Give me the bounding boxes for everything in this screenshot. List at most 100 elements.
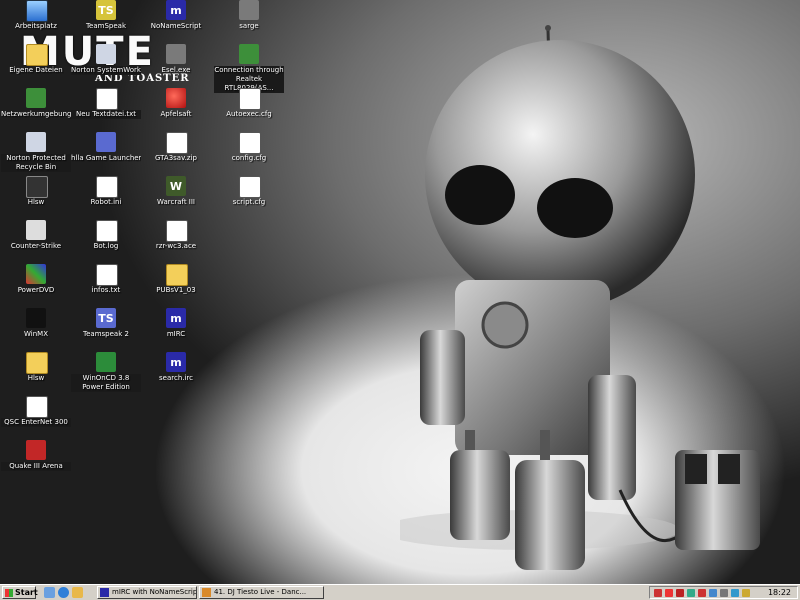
cfg-file-icon: ≡ [239,132,261,154]
winmx-icon [26,308,46,328]
warcraft-icon: W [166,176,186,196]
tray-icon[interactable] [742,589,750,597]
icon-label: Norton SystemWorks [71,66,141,75]
quicklaunch-icon[interactable] [72,587,83,598]
icon-warcraft-iii[interactable]: W Warcraft III [141,176,211,220]
icon-hlsw[interactable]: Hlsw [1,176,71,220]
icon-counter-strike[interactable]: Counter-Strike [1,220,71,264]
start-button[interactable]: Start [2,586,38,599]
task-label: 41. DJ Tiesto Live - Danc... [214,588,307,596]
icon-pubsv1-03[interactable]: PUBsV1_03 [141,264,211,308]
icon-sarge[interactable]: sarge [214,0,284,44]
log-file-icon: ≡ [96,220,118,242]
task-winamp[interactable]: 41. DJ Tiesto Live - Danc... [199,586,324,599]
mirc-icon [100,588,109,597]
robot-wallpaper-art [400,25,760,570]
tray-icon[interactable] [698,589,706,597]
task-label: mIRC with NoNameScript[... [112,588,197,596]
icon-label: Neu Textdatei.txt [71,110,141,119]
icon-search-irc[interactable]: m search.irc [141,352,211,396]
mirc-icon: m [166,352,186,372]
apple-icon [166,88,186,108]
folder-icon [26,44,48,66]
volume-icon[interactable] [720,589,728,597]
show-desktop-icon[interactable] [44,587,55,598]
icon-config-cfg[interactable]: ≡ config.cfg [214,132,284,176]
icon-powerdvd[interactable]: PowerDVD [1,264,71,308]
icon-label: PUBsV1_03 [156,286,196,294]
icon-label: search.irc [159,374,193,382]
icon-quake-iii-arena[interactable]: Quake III Arena [1,440,71,484]
icon-label: Teamspeak 2 [83,330,129,338]
icon-label: Autoexec.cfg [226,110,272,118]
icon-teamspeak[interactable]: TS TeamSpeak [71,0,141,44]
icon-hlla-game-launcher[interactable]: hlla Game Launcher [71,132,141,176]
tray-icon[interactable] [654,589,662,597]
windows-logo-icon [5,589,13,597]
cfg-file-icon: ≡ [239,176,261,198]
network-icon[interactable] [731,589,739,597]
icon-apfelsaft[interactable]: Apfelsaft [141,88,211,132]
norton-icon [96,44,116,64]
icon-bot-log[interactable]: ≡ Bot.log [71,220,141,264]
icon-neu-textdatei[interactable]: ≡ Neu Textdatei.txt [71,88,141,132]
icon-script-cfg[interactable]: ≡ script.cfg [214,176,284,220]
icon-label: script.cfg [232,198,266,206]
qsc-icon [26,396,48,418]
icon-nonamescript[interactable]: m NoNameScript [141,0,211,44]
icon-label: Counter-Strike [10,242,62,250]
icon-label: GTA3sav.zip [155,154,197,162]
icon-norton-recycle-bin[interactable]: Norton Protected Recycle Bin [1,132,71,176]
icon-label: Eigene Dateien [9,66,63,74]
icon-label: WinOnCD 3.8 Power Edition [71,374,141,392]
icon-autoexec-cfg[interactable]: ≡ Autoexec.cfg [214,88,284,132]
icon-label: rzr-wc3.ace [155,242,197,250]
icon-label: Netzwerkumgebung [1,110,71,118]
icon-norton-systemworks[interactable]: Norton SystemWorks [71,44,141,88]
icon-eigene-dateien[interactable]: Eigene Dateien [1,44,71,88]
icon-label: sarge [239,22,259,30]
icon-label: Hlsw [27,198,45,206]
icon-label: Arbeitsplatz [15,22,57,30]
icon-teamspeak-2[interactable]: TS Teamspeak 2 [71,308,141,352]
folder-icon [166,264,188,286]
mirc-icon: m [166,308,186,328]
cd-icon [96,352,116,372]
tray-icon[interactable] [709,589,717,597]
icon-infos-txt[interactable]: ≡ infos.txt [71,264,141,308]
cfg-file-icon: ≡ [239,88,261,110]
icon-winmx[interactable]: WinMX [1,308,71,352]
icon-label: WinMX [24,330,48,338]
tray-icon[interactable] [687,589,695,597]
system-tray: 18:22 [649,586,798,599]
icon-winoncd[interactable]: WinOnCD 3.8 Power Edition [71,352,141,396]
icon-label: Quake III Arena [1,462,71,471]
network-icon [26,88,46,108]
icon-qsc-enternet[interactable]: QSC EnterNet 300 [1,396,71,440]
icon-label: Norton Protected Recycle Bin [1,154,71,172]
mirc-icon: m [166,0,186,20]
ace-file-icon: A [166,220,188,242]
icon-label: NoNameScript [150,22,202,30]
icon-label: infos.txt [91,286,121,294]
counter-strike-icon [26,220,46,240]
task-mirc[interactable]: mIRC with NoNameScript[... [97,586,197,599]
icon-netzwerkumgebung[interactable]: Netzwerkumgebung [1,88,71,132]
icon-label: Robot.ini [90,198,122,206]
icon-hlsw-folder[interactable]: Hlsw [1,352,71,396]
icon-mirc[interactable]: m mIRC [141,308,211,352]
icon-gta3sav-zip[interactable]: Z GTA3sav.zip [141,132,211,176]
icon-label: mIRC [166,330,186,338]
tray-icon[interactable] [665,589,673,597]
desktop[interactable]: MUTE AND TOASTER Arbeitsplatz Eigene Dat… [0,0,800,584]
clock[interactable]: 18:22 [768,587,791,598]
icon-esel-exe[interactable]: Esel.exe [141,44,211,88]
browser-icon[interactable] [58,587,69,598]
tray-icon[interactable] [676,589,684,597]
icon-rzr-wc3-ace[interactable]: A rzr-wc3.ace [141,220,211,264]
icon-label: hlla Game Launcher [71,154,141,162]
icon-robot-ini[interactable]: ≡ Robot.ini [71,176,141,220]
icon-connection-realtek[interactable]: Connection through Realtek RTL8029(AS... [214,44,284,93]
icon-label: Warcraft III [156,198,195,206]
icon-arbeitsplatz[interactable]: Arbeitsplatz [1,0,71,44]
